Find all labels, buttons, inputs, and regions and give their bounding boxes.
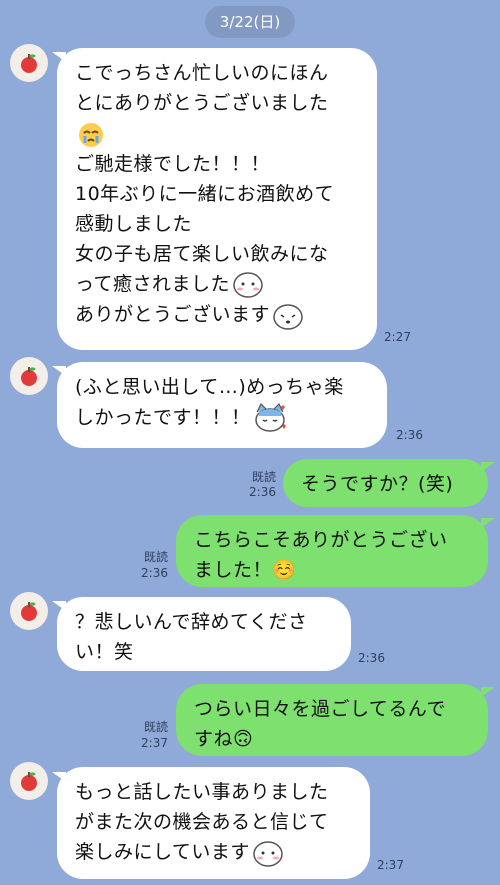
bubble-tail: [481, 462, 495, 472]
apple-icon: [21, 602, 37, 621]
chat-view[interactable]: 3/22(日) こでっちさん忙しいのにほん とにありがとうございました ご馳走様…: [0, 0, 500, 885]
message-time: 2:37: [377, 858, 404, 872]
message-bubble-incoming[interactable]: こでっちさん忙しいのにほん とにありがとうございました ご馳走様でした！！！ 1…: [57, 48, 377, 350]
contact-avatar[interactable]: [10, 357, 48, 395]
message-bubble-incoming[interactable]: もっと話したい事ありました がまた次の機会あると信じて 楽しみにしています: [57, 767, 370, 879]
message-bubble-incoming[interactable]: (ふと思い出して…)めっちゃ楽 しかったです！！！: [57, 362, 387, 448]
message-bubble-outgoing[interactable]: そうですか？(笑): [283, 459, 488, 507]
apple-icon: [21, 54, 37, 73]
crying-face-icon: [79, 122, 103, 147]
contact-avatar[interactable]: [10, 44, 48, 82]
message-time: 2:36: [141, 566, 168, 580]
read-receipt: 既読: [143, 550, 168, 564]
apple-icon: [21, 367, 37, 386]
date-separator: 3/22(日): [205, 6, 295, 38]
message-time: 2:36: [396, 428, 423, 442]
hamster-face-icon: [273, 304, 303, 330]
message-bubble-outgoing[interactable]: こちらこそありがとうござい ました！☺️: [176, 515, 488, 587]
message-time: 2:37: [141, 736, 168, 750]
message-time: 2:27: [384, 330, 411, 344]
apple-icon: [21, 772, 37, 791]
sticker-line: [75, 118, 359, 149]
message-time: 2:36: [249, 485, 276, 499]
bubble-tail: [481, 518, 495, 528]
hamster-face-icon: [233, 272, 263, 298]
message-bubble-outgoing[interactable]: つらい日々を過ごしてるんで すね🙃: [176, 684, 488, 756]
read-receipt: 既読: [143, 720, 168, 734]
bubble-tail: [481, 687, 495, 697]
message-time: 2:36: [358, 651, 385, 665]
hamster-face-icon: [253, 840, 283, 867]
read-receipt: 既読: [251, 470, 276, 484]
cat-hearts-icon: [254, 402, 286, 432]
contact-avatar[interactable]: [10, 762, 48, 800]
message-bubble-incoming[interactable]: ？悲しいんで辞めてくださ い！笑: [57, 597, 351, 671]
contact-avatar[interactable]: [10, 592, 48, 630]
